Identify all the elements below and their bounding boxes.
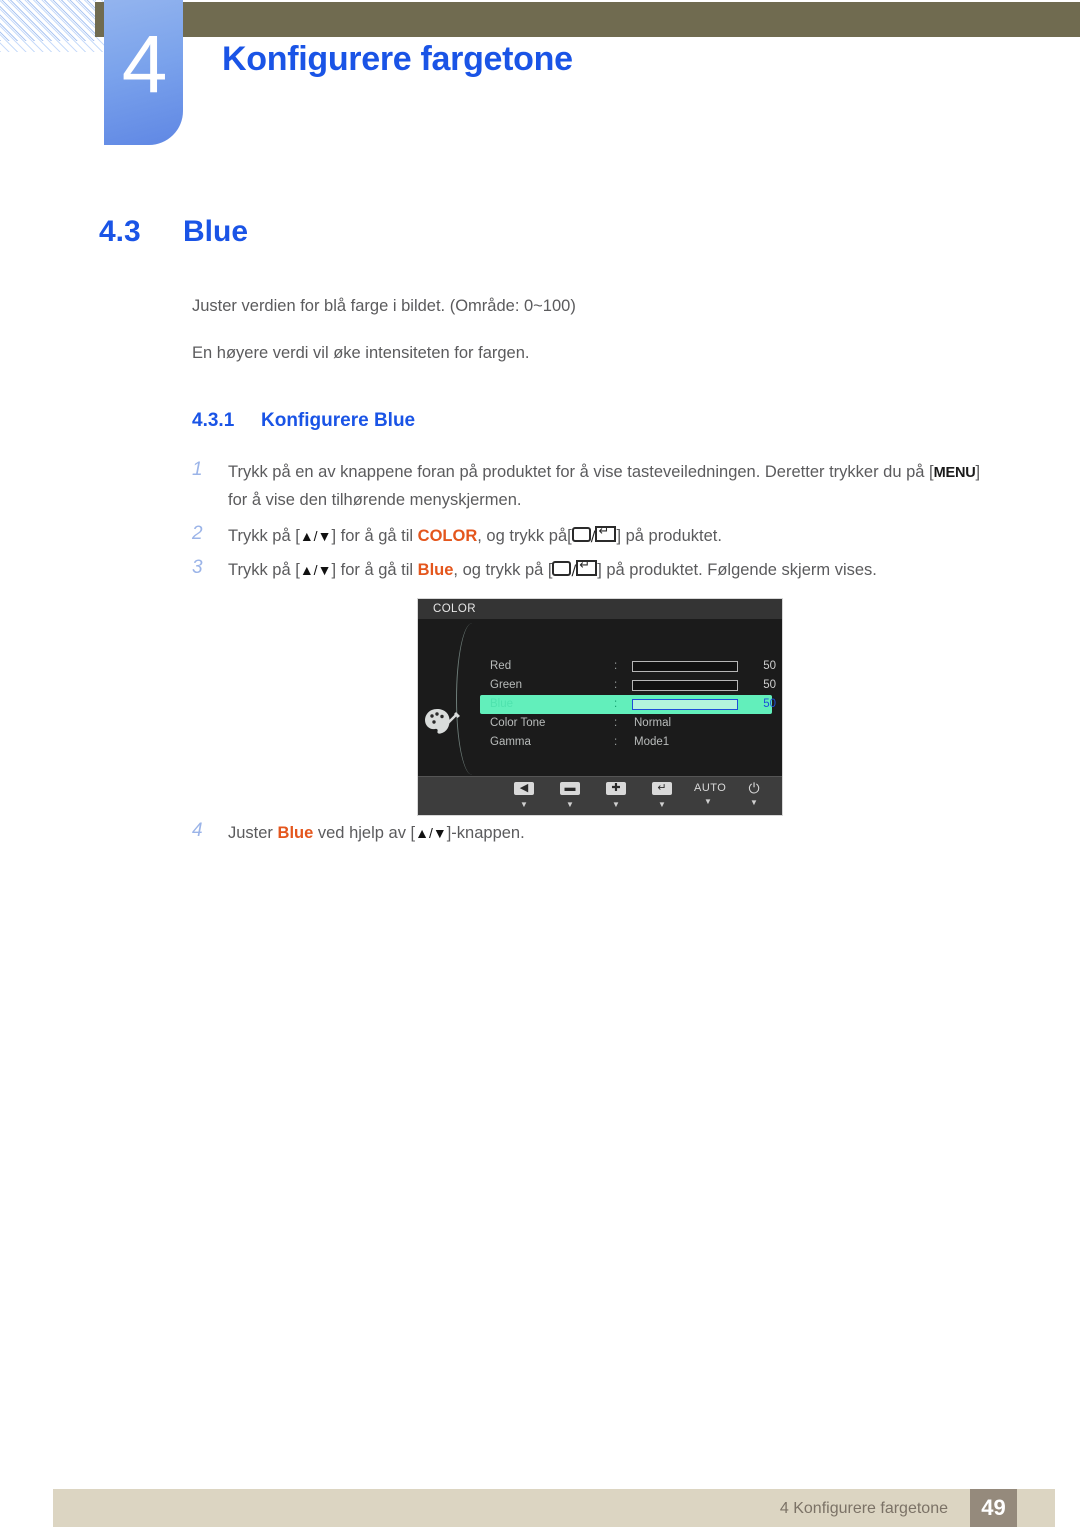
step-2-text-b: ] for å gå til bbox=[331, 527, 418, 545]
step-2-text-c: , og trykk på[ bbox=[477, 527, 572, 545]
osd-row-colon: : bbox=[614, 717, 618, 729]
page-footer: 4 Konfigurere fargetone 49 bbox=[53, 1489, 1055, 1527]
osd-arc-decoration bbox=[456, 623, 483, 775]
step-3-text-c: , og trykk på [ bbox=[453, 561, 553, 579]
subsection-number: 4.3.1 bbox=[192, 410, 235, 431]
chapter-title: Konfigurere fargetone bbox=[222, 40, 573, 78]
button-hint-triangle-icon: ▼ bbox=[520, 800, 528, 809]
step-number: 4 bbox=[192, 820, 203, 841]
osd-button-bar: ◀ ▼ ▬ ▼ ✚ ▼ ↵ ▼ AUTO ▼ ⏻ ▼ bbox=[418, 776, 782, 815]
step-text: Trykk på [▲/▼] for å gå til Blue, og try… bbox=[228, 557, 1002, 585]
osd-body: Red : 50 Green : 50 Blue : bbox=[418, 619, 782, 777]
step-4-text-b: ved hjelp av [ bbox=[313, 824, 416, 842]
button-hint-triangle-icon: ▼ bbox=[566, 800, 574, 809]
osd-row-label: Color Tone bbox=[490, 717, 546, 729]
section-title: Blue bbox=[183, 215, 249, 248]
step-2-text-d: ] på produktet. bbox=[616, 527, 722, 545]
step-3-text-a: Trykk på [ bbox=[228, 561, 300, 579]
osd-menu-screenshot: COLOR Red : 50 Green: 50: 50 Color Ton… bbox=[417, 598, 783, 816]
section-paragraph-2: En høyere verdi vil øke intensiteten for… bbox=[192, 344, 530, 362]
subsection-title: Konfigurere Blue bbox=[261, 410, 416, 431]
step-text: Trykk på [▲/▼] for å gå til COLOR, og tr… bbox=[228, 523, 1002, 551]
step-4-text-c: ]-knappen. bbox=[446, 824, 525, 842]
page-number: 49 bbox=[981, 1495, 1006, 1520]
up-down-arrow-icon: ▲/▼ bbox=[415, 825, 447, 841]
keyword-color: COLOR bbox=[417, 527, 478, 545]
osd-row-colon: : bbox=[614, 679, 618, 691]
plus-icon: ✚ bbox=[606, 782, 626, 795]
step-4: 4 Juster Blue ved hjelp av [▲/▼]-knappen… bbox=[192, 820, 1002, 847]
menu-key-label: MENU bbox=[933, 465, 976, 481]
section-number: 4.3 bbox=[99, 215, 141, 248]
osd-minus-button[interactable]: ▬ ▼ bbox=[556, 782, 584, 809]
step-2-text-a: Trykk på [ bbox=[228, 527, 300, 545]
osd-auto-button[interactable]: AUTO ▼ bbox=[694, 782, 726, 806]
step-text: Trykk på en av knappene foran på produkt… bbox=[228, 459, 1002, 514]
osd-title-bar: COLOR bbox=[418, 599, 782, 619]
osd-row-label: Gamma bbox=[490, 736, 531, 748]
osd-slider-red[interactable] bbox=[632, 661, 738, 672]
osd-row-colon: : bbox=[614, 736, 618, 748]
chapter-number: 4 bbox=[121, 19, 168, 110]
button-hint-triangle-icon: ▼ bbox=[658, 800, 666, 809]
step-3-text-b: ] for å gå til bbox=[331, 561, 418, 579]
step-1-text-a: Trykk på en av knappene foran på produkt… bbox=[228, 463, 934, 481]
step-number: 2 bbox=[192, 523, 203, 544]
chapter-number-badge: 4 bbox=[104, 0, 183, 145]
enter-return-icon bbox=[576, 560, 598, 576]
section-paragraph-1: Juster verdien for blå farge i bildet. (… bbox=[192, 297, 576, 315]
osd-row-value: Normal bbox=[634, 717, 672, 729]
up-down-arrow-icon: ▲/▼ bbox=[299, 528, 332, 544]
osd-option-list: Red : 50 Green : 50 Blue : bbox=[480, 657, 776, 752]
step-number: 3 bbox=[192, 557, 203, 578]
step-1: 1 Trykk på en av knappene foran på produ… bbox=[192, 459, 1002, 514]
source-box-icon bbox=[552, 561, 572, 576]
page-number-badge: 49 bbox=[970, 1489, 1017, 1527]
page-header: 4 Konfigurere fargetone bbox=[0, 0, 1080, 165]
minus-icon: ▬ bbox=[560, 782, 580, 795]
osd-title: COLOR bbox=[433, 603, 476, 615]
osd-row-value: 50 bbox=[763, 679, 776, 691]
enter-return-icon: ↵ bbox=[652, 782, 672, 795]
auto-label: AUTO bbox=[694, 782, 727, 794]
osd-row-colon: : bbox=[614, 698, 618, 710]
osd-plus-button[interactable]: ✚ ▼ bbox=[602, 782, 630, 809]
button-hint-triangle-icon: ▼ bbox=[750, 798, 758, 807]
osd-row-value: 50 bbox=[763, 698, 776, 710]
keyword-blue: Blue bbox=[417, 561, 454, 579]
osd-selected-row-label: Blue bbox=[490, 698, 514, 710]
osd-row-label: Green bbox=[490, 679, 522, 691]
back-arrow-icon: ◀ bbox=[514, 782, 534, 795]
osd-row-green[interactable]: Green : 50 bbox=[480, 676, 776, 695]
button-hint-triangle-icon: ▼ bbox=[612, 800, 620, 809]
source-box-icon bbox=[571, 527, 591, 542]
osd-row-value: Mode1 bbox=[634, 736, 670, 748]
step-number: 1 bbox=[192, 459, 203, 480]
up-down-arrow-icon: ▲/▼ bbox=[299, 562, 332, 578]
osd-enter-button[interactable]: ↵ ▼ bbox=[648, 782, 676, 809]
osd-power-button[interactable]: ⏻ ▼ bbox=[740, 780, 768, 807]
osd-row-value: 50 bbox=[763, 660, 776, 672]
step-3-text-d: ] på produktet. Følgende skjerm vises. bbox=[597, 561, 877, 579]
osd-row-color-tone[interactable]: Color Tone : Normal bbox=[480, 714, 772, 733]
palette-icon bbox=[424, 707, 462, 738]
step-2: 2 Trykk på [▲/▼] for å gå til COLOR, og … bbox=[192, 523, 1002, 551]
step-text: Juster Blue ved hjelp av [▲/▼]-knappen. bbox=[228, 820, 1002, 847]
osd-row-blue-selected[interactable]: Blue : 50 bbox=[480, 695, 776, 714]
osd-row-label: Red bbox=[490, 660, 512, 672]
osd-row-colon: : bbox=[614, 660, 618, 672]
keyword-blue: Blue bbox=[277, 824, 314, 842]
osd-slider-green[interactable] bbox=[632, 680, 738, 691]
button-hint-triangle-icon: ▼ bbox=[704, 797, 712, 806]
osd-slider-blue[interactable] bbox=[632, 699, 738, 710]
header-olive-bar bbox=[95, 2, 1080, 37]
osd-back-button[interactable]: ◀ ▼ bbox=[510, 782, 538, 809]
power-icon: ⏻ bbox=[748, 780, 760, 796]
step-3: 3 Trykk på [▲/▼] for å gå til Blue, og t… bbox=[192, 557, 1002, 585]
footer-chapter-label: 4 Konfigurere fargetone bbox=[779, 1500, 948, 1517]
step-4-text-a: Juster bbox=[228, 824, 278, 842]
osd-row-gamma[interactable]: Gamma : Mode1 bbox=[480, 733, 772, 752]
enter-return-icon bbox=[595, 526, 617, 542]
osd-row-red[interactable]: Red : 50 bbox=[480, 657, 776, 676]
